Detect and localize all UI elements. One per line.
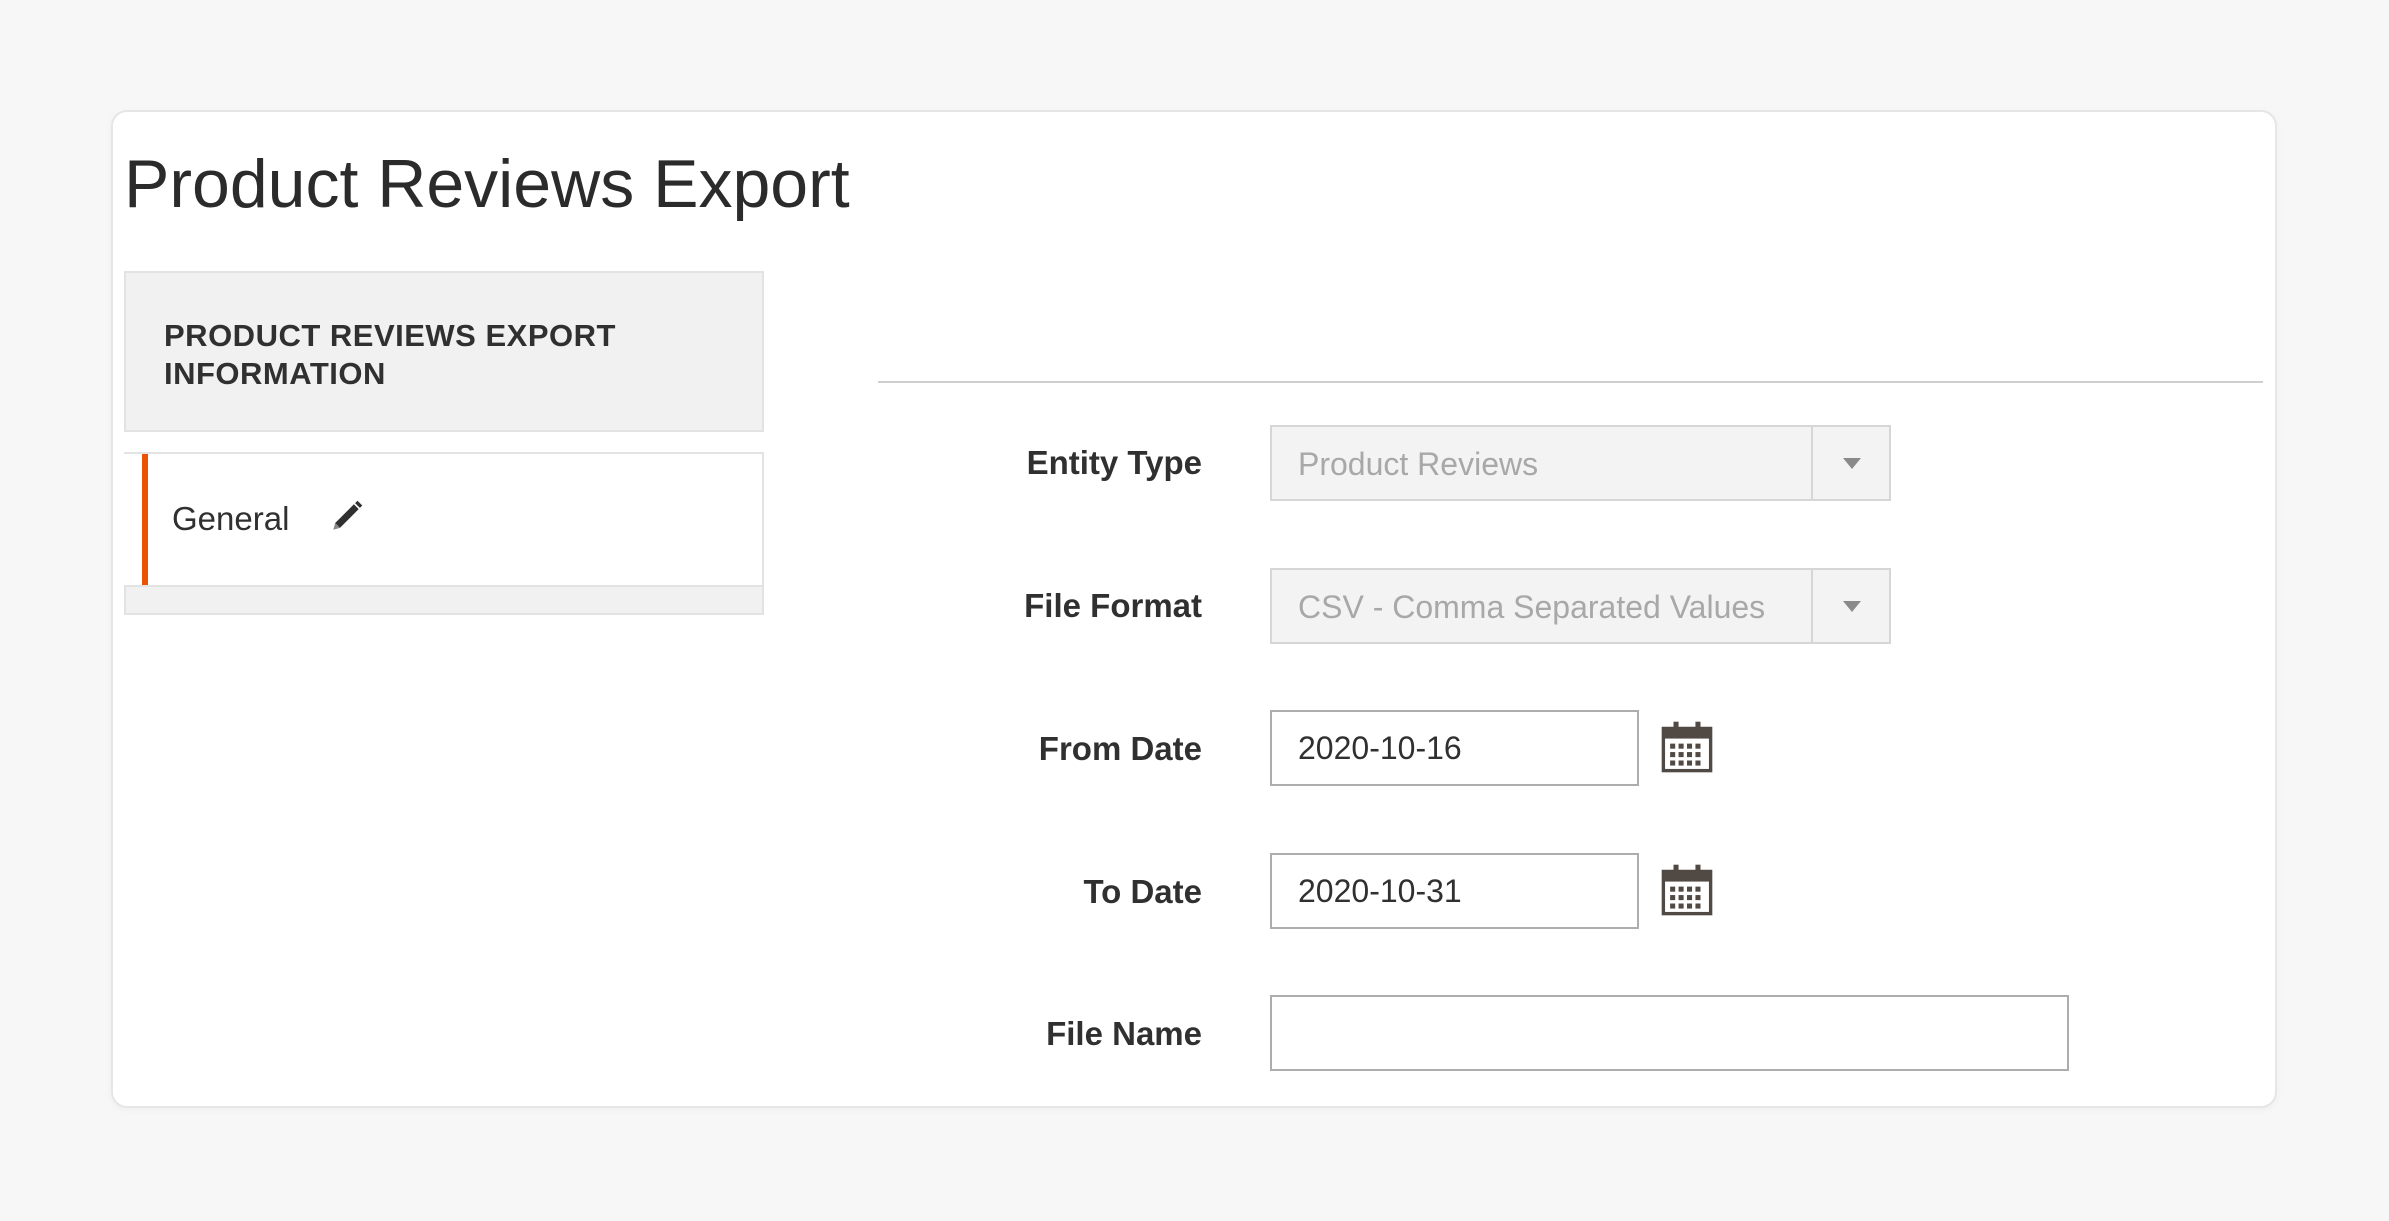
from-date-input[interactable] [1270,710,1639,786]
entity-type-select[interactable]: Product Reviews [1270,425,1891,501]
sidebar-header-title: PRODUCT REVIEWS EXPORT INFORMATION [164,318,616,391]
select-divider [1811,427,1813,499]
sidebar-header: PRODUCT REVIEWS EXPORT INFORMATION [124,271,764,432]
entity-type-label: Entity Type [1026,444,1202,481]
calendar-icon[interactable] [1660,863,1714,917]
chevron-down-icon [1843,458,1861,469]
active-indicator [142,454,148,585]
file-format-select[interactable]: CSV - Comma Separated Values [1270,568,1891,644]
to-date-input[interactable] [1270,853,1639,929]
form-divider [878,381,2263,383]
file-format-value: CSV - Comma Separated Values [1298,589,1766,625]
from-date-label: From Date [1038,730,1202,767]
file-format-label: File Format [1024,587,1202,624]
sidebar-item-general[interactable]: General [124,452,764,585]
select-divider [1811,570,1813,642]
file-name-label: File Name [1046,1015,1202,1052]
page-title: Product Reviews Export [124,146,850,222]
calendar-icon[interactable] [1660,720,1714,774]
entity-type-value: Product Reviews [1298,446,1539,482]
chevron-down-icon [1843,601,1861,612]
sidebar-footer [124,585,764,615]
to-date-label: To Date [1083,873,1202,910]
file-name-input[interactable] [1270,995,2069,1071]
sidebar-item-label: General [172,500,290,537]
pencil-icon [333,500,363,530]
